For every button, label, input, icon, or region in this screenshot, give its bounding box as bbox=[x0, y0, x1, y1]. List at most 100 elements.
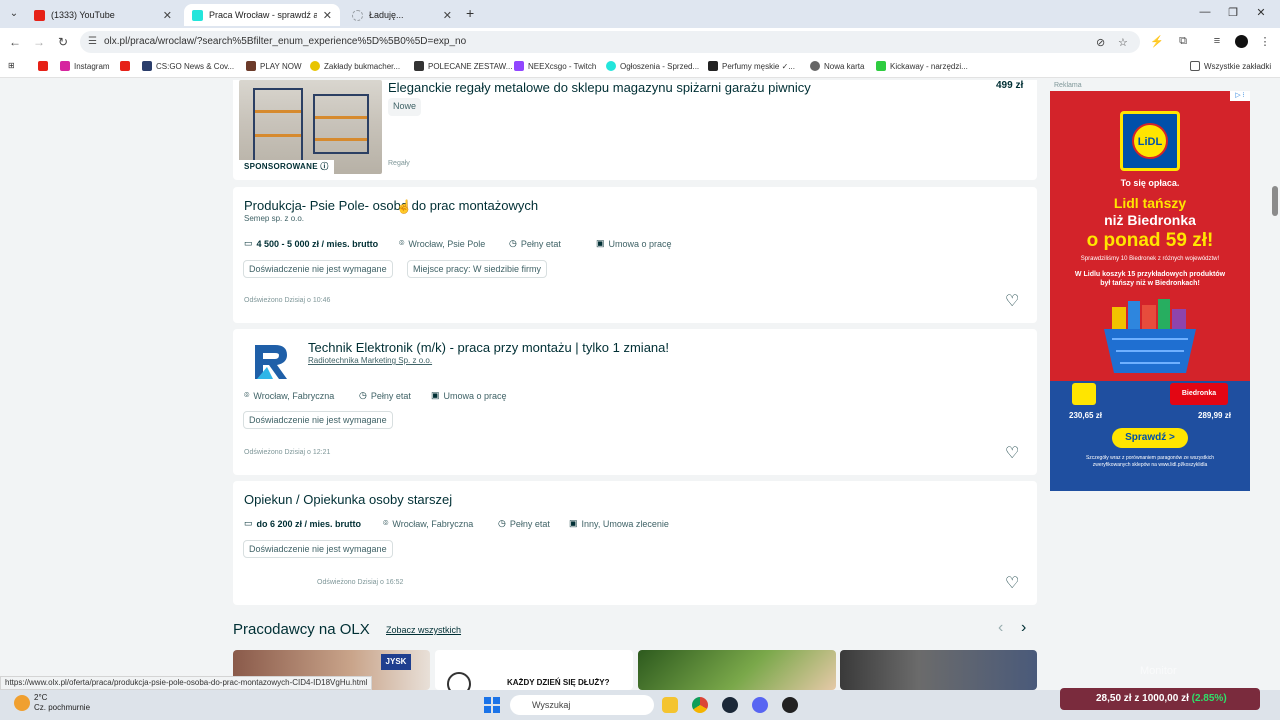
taskbar-search[interactable]: Wyszukaj bbox=[510, 695, 654, 715]
game-icon bbox=[246, 61, 256, 71]
all-bookmarks[interactable]: Wszystkie zakładki bbox=[1190, 61, 1271, 71]
sponsored-listing-card[interactable]: SPONSOROWANE ⓘ Eleganckie regały metalow… bbox=[233, 80, 1037, 180]
close-tab-icon[interactable]: ✕ bbox=[163, 9, 172, 22]
new-tab-button[interactable]: + bbox=[466, 5, 474, 21]
favorite-heart-icon[interactable]: ♡ bbox=[1005, 446, 1019, 462]
instagram-icon bbox=[60, 61, 70, 71]
bookmark-csgo-news[interactable]: CS:GO News & Cov... bbox=[142, 61, 234, 71]
close-tab-icon[interactable]: ✕ bbox=[323, 9, 332, 22]
browser-menu-icon[interactable]: ⋮ bbox=[1258, 35, 1272, 48]
bookmark-olx[interactable]: Ogłoszenia - Sprzed... bbox=[606, 61, 699, 71]
bookmark-instagram[interactable]: Instagram bbox=[60, 61, 110, 71]
minimize-icon[interactable]: — bbox=[1198, 6, 1212, 18]
weather-icon[interactable] bbox=[14, 695, 30, 711]
tab-olx-praca[interactable]: Praca Wrocław - sprawdź aktua ✕ bbox=[184, 4, 340, 26]
adchoices-icon[interactable]: ▷ ⁝ bbox=[1230, 91, 1250, 101]
tab-youtube[interactable]: (1333) YouTube ✕ bbox=[26, 4, 180, 26]
employer-card[interactable]: KAŻDY DZIEŃ SIĘ DŁUŻY? bbox=[435, 650, 633, 690]
clock-icon: ◷ bbox=[498, 518, 506, 528]
monitor-watermark: Monitor bbox=[1140, 665, 1177, 677]
ad-slogan: To się opłaca. bbox=[1120, 178, 1180, 188]
clock-icon: ◷ bbox=[359, 390, 367, 400]
steam-icon[interactable] bbox=[722, 697, 738, 713]
bookmark-label: Kickaway - narzędzi... bbox=[890, 61, 968, 71]
tab-loading[interactable]: Ładuję... ✕ bbox=[344, 4, 460, 26]
mouse-cursor-icon: ☝ bbox=[396, 199, 413, 214]
job-listing-card[interactable]: Technik Elektronik (m/k) - praca przy mo… bbox=[233, 329, 1037, 475]
restore-icon[interactable]: ❐ bbox=[1226, 6, 1240, 19]
chrome-icon[interactable] bbox=[692, 697, 708, 713]
bookmark-play-now[interactable]: PLAY NOW bbox=[246, 61, 302, 71]
employers-section-title: Pracodawcy na OLX bbox=[233, 621, 370, 638]
bookmark-youtube[interactable] bbox=[38, 61, 52, 71]
employer-card[interactable] bbox=[840, 650, 1037, 690]
bookmark-youtube-2[interactable] bbox=[120, 61, 134, 71]
bookmark-new-tab[interactable]: Nowa karta bbox=[810, 61, 864, 71]
job-title[interactable]: Opiekun / Opiekunka osoby starszej bbox=[244, 492, 452, 507]
shelf-board-shape bbox=[315, 138, 367, 141]
carousel-next-icon[interactable]: › bbox=[1021, 619, 1026, 637]
bookmark-twitch[interactable]: NEEXcsgo - Twitch bbox=[514, 61, 596, 71]
file-explorer-icon[interactable] bbox=[662, 697, 678, 713]
bookmark-label: CS:GO News & Cov... bbox=[156, 61, 235, 71]
company-name[interactable]: Radiotechnika Marketing Sp. z o.o. bbox=[308, 356, 432, 365]
employer-card[interactable] bbox=[638, 650, 836, 690]
extension-icon[interactable]: ⚡ bbox=[1150, 35, 1164, 48]
extensions-puzzle-icon[interactable]: ⧉ bbox=[1176, 35, 1190, 48]
discord-icon[interactable] bbox=[752, 697, 768, 713]
listing-title[interactable]: Eleganckie regały metalowe do sklepu mag… bbox=[388, 80, 811, 95]
job-title[interactable]: Technik Elektronik (m/k) - praca przy mo… bbox=[308, 340, 669, 355]
bookmark-star-icon[interactable]: ☆ bbox=[1118, 36, 1128, 49]
forward-arrow-icon[interactable]: → bbox=[32, 35, 46, 49]
job-listing-card[interactable]: Opiekun / Opiekunka osoby starszej ▭ do 6… bbox=[233, 481, 1037, 605]
info-icon[interactable]: ⓘ bbox=[320, 162, 328, 171]
windows-start-icon[interactable] bbox=[484, 697, 500, 713]
url-field[interactable]: ☰ olx.pl/praca/wroclaw/?search%5Bfilter_… bbox=[80, 31, 1140, 53]
globe-icon bbox=[810, 61, 820, 71]
refreshed-date: Odświeżono Dzisiaj o 10:46 bbox=[244, 297, 331, 304]
page-scrollbar[interactable] bbox=[1270, 80, 1280, 690]
bookmark-perfumes[interactable]: Perfumy męskie ✓... bbox=[708, 61, 795, 71]
bookmark-label: Ogłoszenia - Sprzed... bbox=[620, 61, 700, 71]
favorite-heart-icon[interactable]: ♡ bbox=[1005, 576, 1019, 592]
favorite-heart-icon[interactable]: ♡ bbox=[1005, 294, 1019, 310]
reload-icon[interactable]: ↻ bbox=[56, 35, 70, 49]
close-window-icon[interactable]: ✕ bbox=[1254, 6, 1268, 19]
weather-widget[interactable]: 2°C Cz. pochmurnie bbox=[34, 693, 90, 713]
lidl-logo-text: LiDL bbox=[1132, 123, 1168, 159]
scrollbar-thumb[interactable] bbox=[1272, 186, 1278, 216]
profile-avatar[interactable] bbox=[1235, 35, 1248, 48]
tab-search-chevron-icon[interactable]: ⌄ bbox=[6, 6, 22, 22]
bookmark-betting[interactable]: Zakłady bukmacher... bbox=[310, 61, 400, 71]
ad-subtext-1: Sprawdziliśmy 10 Biedronek z różnych woj… bbox=[1080, 256, 1220, 262]
lidl-advertisement[interactable]: LiDL To się opłaca. Lidl tańszy niż Bied… bbox=[1050, 91, 1250, 491]
see-all-employers-link[interactable]: Zobacz wszystkich bbox=[386, 625, 461, 635]
biedronka-small-logo: Biedronka bbox=[1170, 383, 1228, 405]
youtube-icon bbox=[120, 61, 130, 71]
cash-icon: ▭ bbox=[244, 518, 253, 528]
shelf-rack-shape bbox=[313, 94, 369, 154]
url-text[interactable]: olx.pl/praca/wroclaw/?search%5Bfilter_en… bbox=[104, 36, 466, 47]
briefcase-icon: ▣ bbox=[431, 390, 440, 400]
job-title[interactable]: Produkcja- Psie Pole- osoba do prac mont… bbox=[244, 198, 538, 213]
bookmark-kickaway[interactable]: Kickaway - narzędzi... bbox=[876, 61, 968, 71]
reading-list-icon[interactable]: ≡ bbox=[1210, 35, 1224, 47]
stock-ticker-widget[interactable]: 28,50 zł z 1000,00 zł (2.85%) bbox=[1060, 688, 1260, 710]
apps-grid-icon[interactable]: ⊞ bbox=[8, 61, 15, 70]
close-tab-icon[interactable]: ✕ bbox=[443, 9, 452, 22]
site-info-icon[interactable]: ☰ bbox=[88, 36, 97, 47]
back-arrow-icon[interactable]: ← bbox=[8, 35, 22, 49]
shelf-board-shape bbox=[315, 116, 367, 119]
app-icon[interactable] bbox=[782, 697, 798, 713]
loading-spinner-icon bbox=[352, 9, 363, 21]
job-listing-card[interactable]: Produkcja- Psie Pole- osoba do prac mont… bbox=[233, 187, 1037, 323]
tracking-blocked-icon[interactable]: ⊘ bbox=[1096, 36, 1105, 49]
bookmark-recommended-sets[interactable]: POLECANE ZESTAW... bbox=[414, 61, 512, 71]
new-badge: Nowe bbox=[388, 98, 422, 116]
olx-icon bbox=[606, 61, 616, 71]
work-time: ◷ Pełny etat bbox=[359, 390, 411, 401]
ad-cta-button[interactable]: Sprawdź > bbox=[1112, 428, 1188, 448]
lidl-price: 230,65 zł bbox=[1069, 411, 1102, 420]
company-name: Semep sp. z o.o. bbox=[244, 214, 305, 223]
carousel-prev-icon[interactable]: ‹ bbox=[998, 619, 1003, 637]
